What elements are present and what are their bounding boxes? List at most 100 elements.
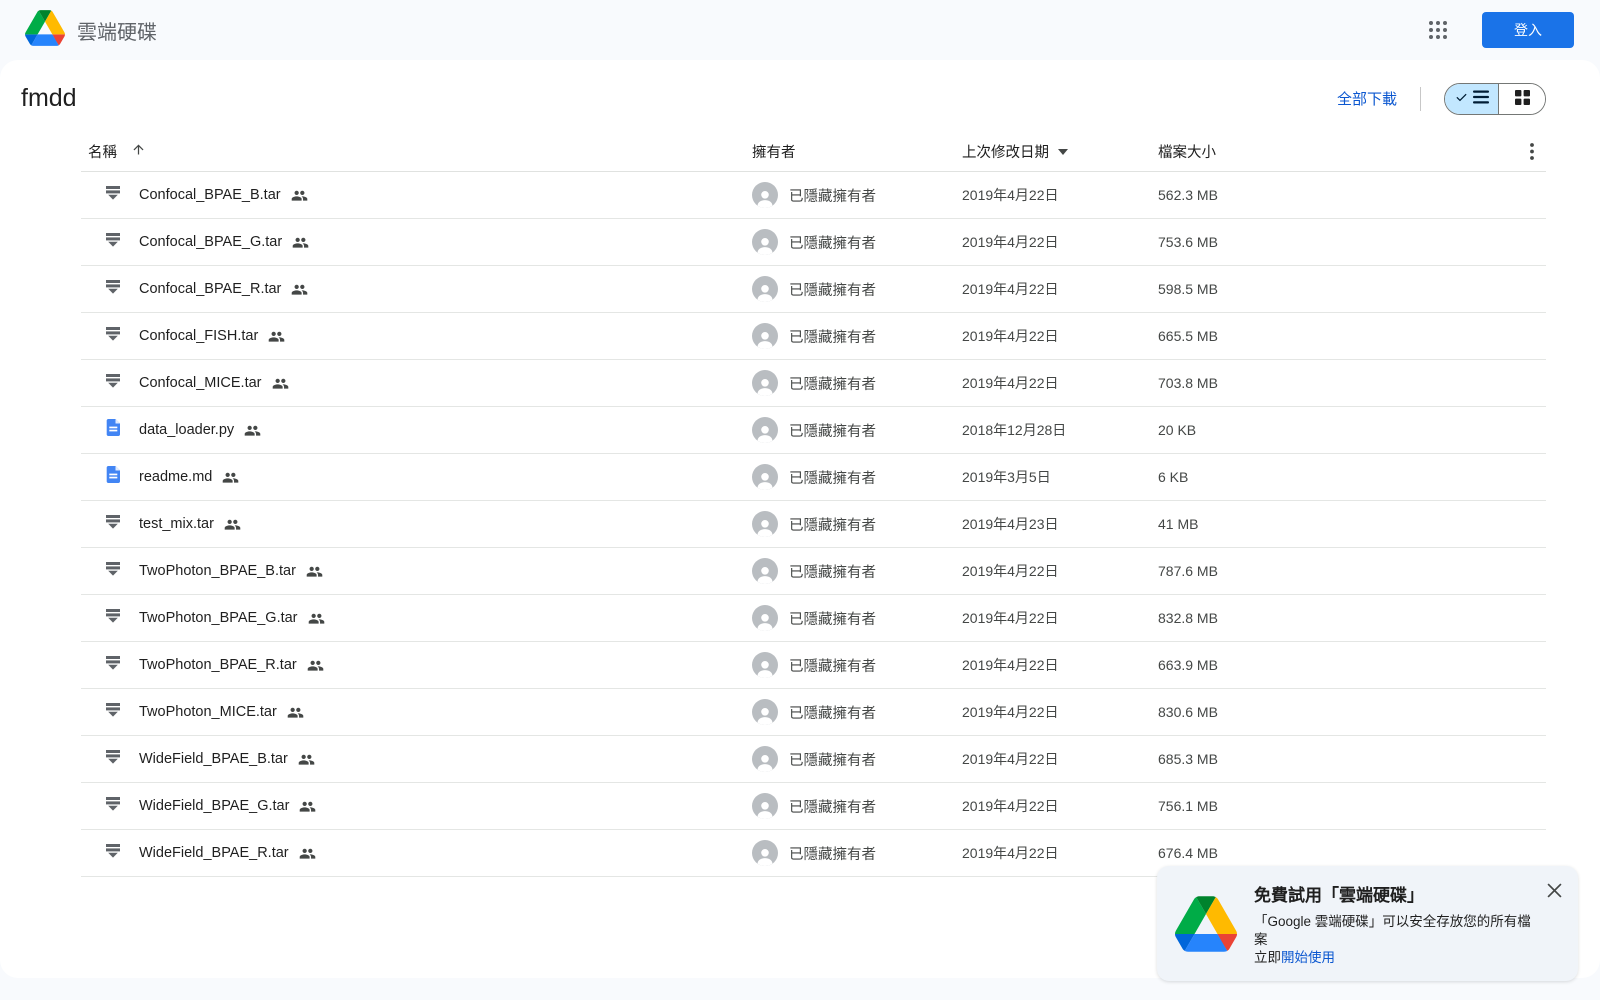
archive-file-icon xyxy=(105,185,121,205)
archive-file-icon xyxy=(105,373,121,393)
modified-date: 2019年4月22日 xyxy=(962,798,1059,814)
owner-label: 已隱藏擁有者 xyxy=(789,423,876,440)
file-size: 6 KB xyxy=(1158,469,1189,485)
checkmark-icon xyxy=(1454,90,1469,108)
table-row[interactable]: WideField_BPAE_B.tar 已隱藏擁有者 2019年4月22日 6… xyxy=(81,736,1546,783)
table-row[interactable]: TwoPhoton_BPAE_G.tar 已隱藏擁有者 2019年4月22日 8… xyxy=(81,595,1546,642)
list-icon xyxy=(1473,90,1489,107)
table-row[interactable]: Confocal_MICE.tar 已隱藏擁有者 2019年4月22日 703.… xyxy=(81,360,1546,407)
owner-label: 已隱藏擁有者 xyxy=(789,282,876,299)
file-size: 703.8 MB xyxy=(1158,375,1218,391)
owner-label: 已隱藏擁有者 xyxy=(789,470,876,487)
shared-people-icon xyxy=(244,424,261,436)
grid-view-button[interactable] xyxy=(1499,83,1545,114)
modified-date: 2019年4月22日 xyxy=(962,375,1059,391)
sign-in-button[interactable]: 登入 xyxy=(1482,12,1574,48)
table-row[interactable]: test_mix.tar 已隱藏擁有者 2019年4月23日 41 MB xyxy=(81,501,1546,548)
table-row[interactable]: Confocal_BPAE_R.tar 已隱藏擁有者 2019年4月22日 59… xyxy=(81,266,1546,313)
archive-file-icon xyxy=(105,608,121,628)
more-options-icon[interactable] xyxy=(1518,137,1546,165)
file-size: 598.5 MB xyxy=(1158,281,1218,297)
page-title: fmdd xyxy=(21,84,77,112)
column-header-size[interactable]: 檔案大小 xyxy=(1158,141,1519,162)
hidden-owner-avatar xyxy=(752,793,778,819)
shared-people-icon xyxy=(299,800,316,812)
owner-label: 已隱藏擁有者 xyxy=(789,846,876,863)
owner-label: 已隱藏擁有者 xyxy=(789,799,876,816)
modified-date: 2018年12月28日 xyxy=(962,422,1067,438)
shared-people-icon xyxy=(299,847,316,859)
close-icon[interactable] xyxy=(1542,878,1566,902)
download-all-link[interactable]: 全部下載 xyxy=(1337,88,1397,109)
modified-date: 2019年4月22日 xyxy=(962,281,1059,297)
table-row[interactable]: TwoPhoton_MICE.tar 已隱藏擁有者 2019年4月22日 830… xyxy=(81,689,1546,736)
list-view-button[interactable] xyxy=(1445,83,1499,114)
hidden-owner-avatar xyxy=(752,652,778,678)
file-size: 665.5 MB xyxy=(1158,328,1218,344)
promo-body: 「Google 雲端硬碟」可以安全存放您的所有檔案 立即開始使用 xyxy=(1254,914,1531,965)
shared-people-icon xyxy=(272,377,289,389)
content-card: fmdd 全部下載 名稱 擁有者 上次修改日期 檔案大小 Confocal_BP… xyxy=(0,60,1600,978)
owner-label: 已隱藏擁有者 xyxy=(789,517,876,534)
apps-grid-icon[interactable] xyxy=(1418,10,1458,50)
drive-logo-icon-large xyxy=(1175,896,1237,952)
column-header-modified[interactable]: 上次修改日期 xyxy=(962,141,1049,162)
table-row[interactable]: Confocal_BPAE_G.tar 已隱藏擁有者 2019年4月22日 75… xyxy=(81,219,1546,266)
hidden-owner-avatar xyxy=(752,511,778,537)
app-title: 雲端硬碟 xyxy=(77,21,157,44)
shared-people-icon xyxy=(292,236,309,248)
archive-file-icon xyxy=(105,655,121,675)
file-name: Confocal_BPAE_R.tar xyxy=(139,281,282,297)
shared-people-icon xyxy=(287,706,304,718)
table-row[interactable]: TwoPhoton_BPAE_R.tar 已隱藏擁有者 2019年4月22日 6… xyxy=(81,642,1546,689)
hidden-owner-avatar xyxy=(752,558,778,584)
table-row[interactable]: data_loader.py 已隱藏擁有者 2018年12月28日 20 KB xyxy=(81,407,1546,454)
modified-date: 2019年3月5日 xyxy=(962,469,1051,485)
table-row[interactable]: readme.md 已隱藏擁有者 2019年3月5日 6 KB xyxy=(81,454,1546,501)
table-row[interactable]: Confocal_BPAE_B.tar 已隱藏擁有者 2019年4月22日 56… xyxy=(81,172,1546,219)
shared-people-icon xyxy=(291,283,308,295)
owner-label: 已隱藏擁有者 xyxy=(789,705,876,722)
file-name: Confocal_MICE.tar xyxy=(139,375,262,391)
archive-file-icon xyxy=(105,843,121,863)
owner-label: 已隱藏擁有者 xyxy=(789,376,876,393)
triangle-down-icon[interactable] xyxy=(1058,143,1068,159)
table-row[interactable]: WideField_BPAE_G.tar 已隱藏擁有者 2019年4月22日 7… xyxy=(81,783,1546,830)
column-header-name[interactable]: 名稱 xyxy=(88,141,117,162)
modified-date: 2019年4月22日 xyxy=(962,657,1059,673)
hidden-owner-avatar xyxy=(752,605,778,631)
file-size: 685.3 MB xyxy=(1158,751,1218,767)
file-size: 756.1 MB xyxy=(1158,798,1218,814)
hidden-owner-avatar xyxy=(752,370,778,396)
file-size: 753.6 MB xyxy=(1158,234,1218,250)
file-size: 20 KB xyxy=(1158,422,1197,438)
document-file-icon xyxy=(106,466,120,488)
drive-promo-card: 免費試用「雲端硬碟」 「Google 雲端硬碟」可以安全存放您的所有檔案 立即開… xyxy=(1157,866,1578,981)
modified-date: 2019年4月22日 xyxy=(962,328,1059,344)
modified-date: 2019年4月23日 xyxy=(962,516,1059,532)
owner-label: 已隱藏擁有者 xyxy=(789,329,876,346)
hidden-owner-avatar xyxy=(752,276,778,302)
drive-logo-icon xyxy=(25,9,65,51)
archive-file-icon xyxy=(105,232,121,252)
hidden-owner-avatar xyxy=(752,323,778,349)
owner-label: 已隱藏擁有者 xyxy=(789,752,876,769)
column-header-owner[interactable]: 擁有者 xyxy=(752,141,962,162)
hidden-owner-avatar xyxy=(752,840,778,866)
table-row[interactable]: TwoPhoton_BPAE_B.tar 已隱藏擁有者 2019年4月22日 7… xyxy=(81,548,1546,595)
file-size: 676.4 MB xyxy=(1158,845,1218,861)
file-name: TwoPhoton_BPAE_B.tar xyxy=(139,563,296,579)
shared-people-icon xyxy=(291,189,308,201)
shared-people-icon xyxy=(298,753,315,765)
file-size: 41 MB xyxy=(1158,516,1199,532)
archive-file-icon xyxy=(105,514,121,534)
file-size: 663.9 MB xyxy=(1158,657,1218,673)
table-row[interactable]: Confocal_FISH.tar 已隱藏擁有者 2019年4月22日 665.… xyxy=(81,313,1546,360)
archive-file-icon xyxy=(105,279,121,299)
modified-date: 2019年4月22日 xyxy=(962,234,1059,250)
shared-people-icon xyxy=(307,659,324,671)
sort-ascending-icon[interactable] xyxy=(131,142,146,161)
file-name: test_mix.tar xyxy=(139,516,214,532)
get-started-link[interactable]: 開始使用 xyxy=(1281,950,1335,965)
view-toggle xyxy=(1444,82,1546,115)
